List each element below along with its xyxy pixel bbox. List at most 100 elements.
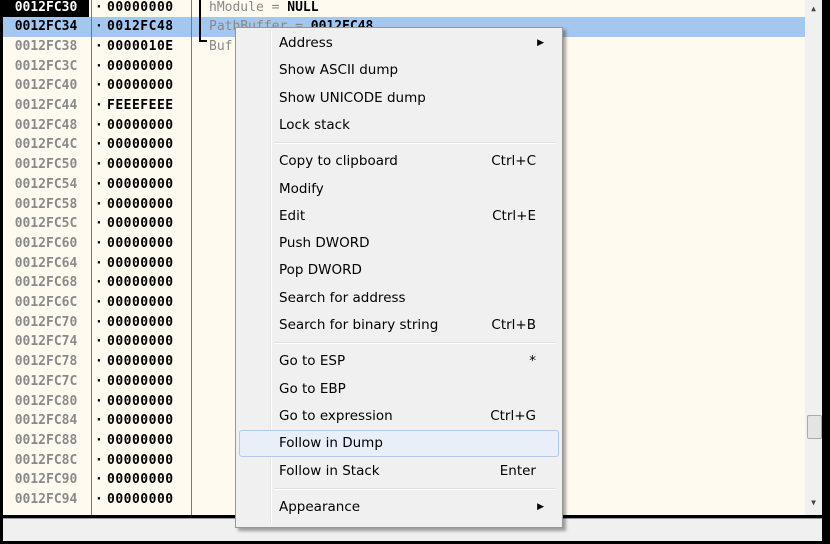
menu-item-modify[interactable]: Modify [239, 176, 559, 203]
stack-value: 00000000 [107, 58, 174, 74]
stack-address: 0012FC64 [14, 255, 78, 271]
row-marker: · [95, 314, 103, 330]
row-marker: · [95, 235, 103, 251]
submenu-arrow-icon: ▶ [537, 501, 544, 512]
menu-item-label: Search for binary string [279, 317, 439, 333]
context-menu: Address ▶ Show ASCII dump Show UNICODE dump… [235, 27, 563, 528]
stack-value: 00000000 [107, 452, 174, 468]
comment-text: Buf [209, 38, 233, 54]
stack-value: 00000000 [107, 235, 174, 251]
stack-value: 00000000 [107, 117, 174, 133]
row-marker: · [95, 58, 103, 74]
stack-value: 00000000 [107, 295, 174, 310]
stack-address: 0012FC68 [14, 275, 78, 291]
row-marker: · [95, 373, 103, 389]
row-marker: · [95, 98, 103, 113]
stack-address: 0012FC60 [14, 235, 78, 251]
menu-item-follow-in-dump[interactable]: Follow in Dump [239, 430, 559, 458]
stack-value: 00000000 [107, 0, 174, 15]
stack-value: 00000000 [107, 78, 174, 94]
menu-item-edit[interactable]: Edit Ctrl+E [239, 203, 559, 230]
stack-value: 00000000 [107, 432, 174, 448]
stack-address: 0012FC44 [14, 98, 78, 113]
row-marker: · [95, 176, 103, 192]
menu-item-appearance[interactable]: Appearance ▶ [239, 494, 559, 521]
menu-item-go-to-esp[interactable]: Go to ESP * [239, 348, 559, 375]
stack-address: 0012FC30 [3, 0, 89, 18]
stack-value: 0012FC48 [107, 19, 174, 35]
stack-value: 00000000 [107, 196, 174, 212]
row-marker: · [95, 295, 103, 310]
stack-value: 00000000 [107, 216, 174, 232]
menu-item-shortcut: Ctrl+E [492, 207, 536, 224]
column-divider [91, 0, 92, 515]
menu-item-shortcut: Ctrl+G [490, 407, 536, 424]
menu-item-show-unicode-dump[interactable]: Show UNICODE dump [239, 85, 559, 112]
menu-item-label: Go to ESP [279, 353, 346, 370]
row-marker: · [95, 432, 103, 448]
row-marker: · [95, 255, 103, 271]
menu-item-label: Go to EBP [279, 380, 346, 397]
stack-value: 00000000 [107, 354, 174, 370]
menu-item-follow-in-stack[interactable]: Follow in Stack Enter [239, 458, 559, 485]
menu-separator [274, 342, 556, 345]
menu-item-shortcut: Ctrl+B [491, 317, 536, 333]
stack-value: 00000000 [107, 413, 174, 429]
menu-item-label: Search for address [279, 289, 406, 306]
menu-item-label: Pop DWORD [279, 262, 362, 279]
stack-value: 00000000 [107, 157, 174, 173]
stack-address: 0012FC70 [14, 314, 78, 330]
vertical-scrollbar[interactable]: ▲ ▼ [805, 0, 822, 515]
stack-value: 0000010E [107, 38, 174, 54]
stack-value: 00000000 [107, 373, 174, 389]
stack-address: 0012FC80 [14, 393, 78, 409]
menu-item-lock-stack[interactable]: Lock stack [239, 112, 559, 139]
row-marker: · [95, 492, 103, 507]
menu-item-address[interactable]: Address ▶ [239, 30, 559, 57]
row-marker: · [95, 117, 103, 133]
row-marker: · [95, 19, 103, 35]
scroll-down-arrow-icon[interactable]: ▼ [805, 498, 822, 507]
menu-item-search-for-binary-string[interactable]: Search for binary string Ctrl+B [239, 312, 559, 339]
menu-item-shortcut: * [529, 353, 536, 370]
scroll-up-arrow-icon[interactable]: ▲ [805, 4, 822, 13]
stack-address: 0012FC54 [14, 176, 78, 192]
row-marker: · [95, 275, 103, 291]
stack-address: 0012FC34 [14, 19, 78, 35]
menu-item-label: Follow in Stack [279, 462, 380, 479]
row-marker: · [95, 216, 103, 232]
call-args-bracket [199, 0, 207, 42]
stack-address: 0012FC4C [14, 137, 78, 153]
menu-item-shortcut: Ctrl+C [491, 153, 536, 170]
row-marker: · [95, 413, 103, 429]
row-marker: · [95, 472, 103, 488]
comment-value: NULL [287, 0, 319, 15]
row-marker: · [95, 157, 103, 173]
menu-item-label: Push DWORD [279, 235, 370, 252]
row-marker: · [95, 393, 103, 409]
stack-address: 0012FC88 [14, 432, 78, 448]
menu-item-shortcut: Enter [499, 462, 536, 479]
menu-item-pop-dword[interactable]: Pop DWORD [239, 257, 559, 284]
submenu-arrow-icon: ▶ [537, 38, 544, 48]
stack-address: 0012FC38 [14, 38, 78, 54]
stack-address: 0012FC48 [14, 117, 78, 133]
stack-row[interactable]: 0012FC30 · 00000000 hModule = NULL [3, 0, 805, 18]
menu-separator [274, 142, 556, 145]
menu-item-copy-to-clipboard[interactable]: Copy to clipboard Ctrl+C [239, 148, 559, 175]
stack-value: 00000000 [107, 334, 174, 350]
row-marker: · [95, 452, 103, 468]
menu-item-go-to-ebp[interactable]: Go to EBP [239, 376, 559, 403]
stack-address: 0012FC40 [14, 78, 78, 94]
stack-value: FEEEFEEE [107, 98, 174, 113]
menu-item-search-for-address[interactable]: Search for address [239, 285, 559, 312]
menu-item-push-dword[interactable]: Push DWORD [239, 230, 559, 257]
menu-item-show-ascii-dump[interactable]: Show ASCII dump [239, 57, 559, 84]
row-marker: · [95, 334, 103, 350]
stack-address: 0012FC3C [14, 58, 78, 74]
column-divider [191, 0, 192, 515]
menu-item-go-to-expression[interactable]: Go to expression Ctrl+G [239, 403, 559, 430]
comment-text: hModule = [209, 0, 288, 15]
scrollbar-thumb[interactable] [807, 415, 822, 439]
menu-item-label: Modify [279, 180, 324, 197]
